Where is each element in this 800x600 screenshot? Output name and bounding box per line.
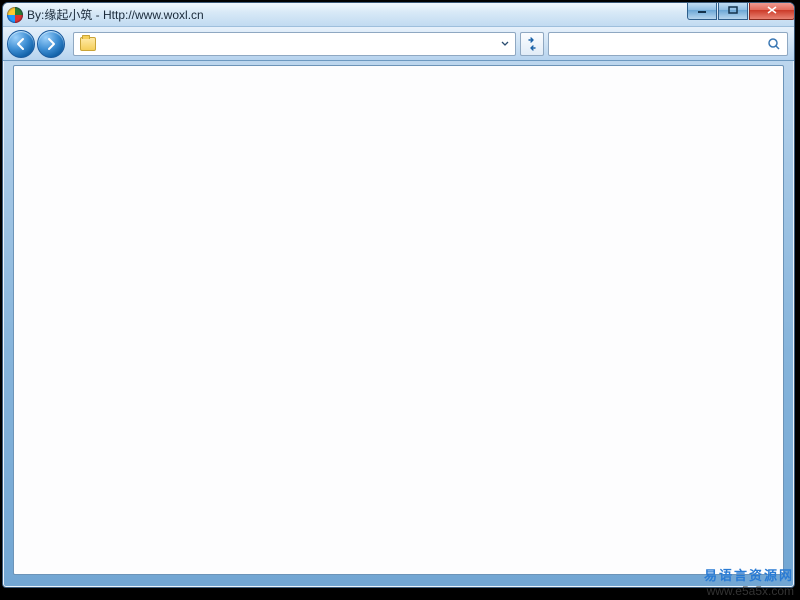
nav-button-group [7,29,69,59]
content-pane [13,65,784,575]
close-button[interactable] [749,2,795,20]
minimize-icon [697,6,707,14]
window-controls [686,2,795,20]
search-bar[interactable] [548,32,788,56]
address-bar[interactable] [73,32,516,56]
app-icon [7,7,23,23]
folder-icon [80,37,96,51]
arrow-left-icon [14,37,28,51]
search-input[interactable] [551,37,763,51]
back-button[interactable] [7,30,35,58]
close-icon [767,6,777,14]
refresh-icon [525,37,539,51]
forward-button[interactable] [37,30,65,58]
explorer-window: By:缘起小筑 - Http://www.woxl.cn [2,2,795,588]
titlebar[interactable]: By:缘起小筑 - Http://www.woxl.cn [3,3,794,27]
address-dropdown-button[interactable] [497,34,513,54]
search-button[interactable] [763,34,785,54]
maximize-button[interactable] [718,2,748,20]
refresh-button[interactable] [520,32,544,56]
window-title: By:缘起小筑 - Http://www.woxl.cn [27,6,204,23]
maximize-icon [728,6,738,14]
address-input[interactable] [100,33,497,55]
navigation-toolbar [3,27,794,61]
search-icon [767,37,781,51]
arrow-right-icon [44,37,58,51]
chevron-down-icon [501,41,509,47]
minimize-button[interactable] [687,2,717,20]
